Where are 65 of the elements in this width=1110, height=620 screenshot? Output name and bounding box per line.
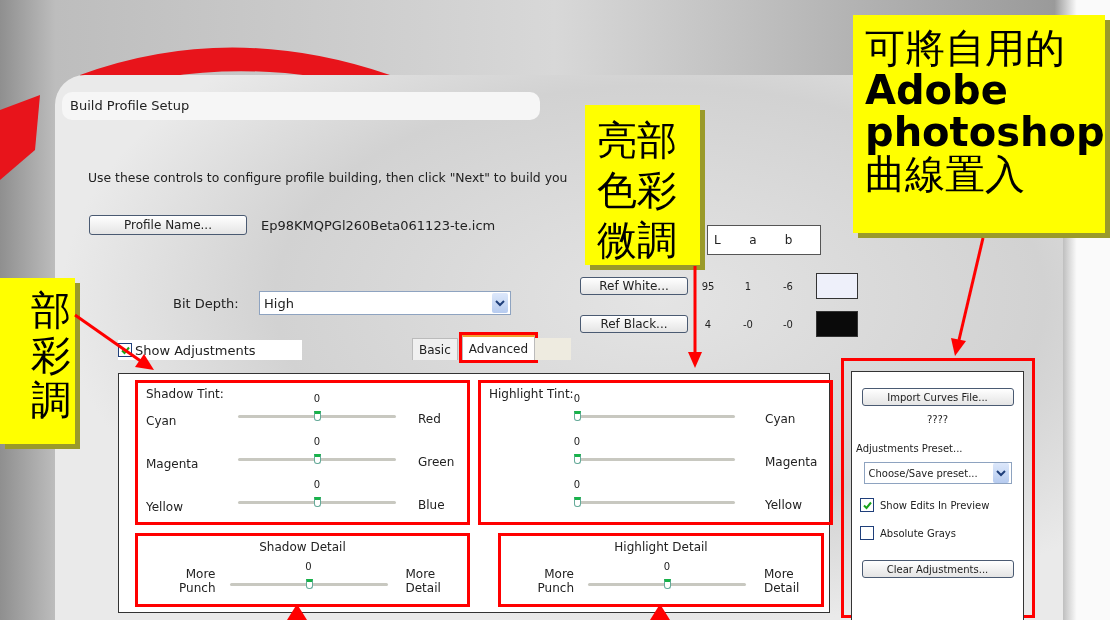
group-title: Highlight Tint: xyxy=(489,387,575,401)
clear-adjustments-button[interactable]: Clear Adjustments... xyxy=(861,560,1014,578)
profile-file-name: Ep98KMQPGl260Beta061123-te.icm xyxy=(261,217,496,233)
preset-label: Adjustments Preset... xyxy=(856,443,963,454)
slider-label: More Punch xyxy=(178,568,216,596)
reference-button[interactable]: Ref White... xyxy=(580,277,688,295)
slider-value: 0 xyxy=(305,560,312,572)
column-header: b xyxy=(784,233,794,247)
checkbox[interactable]: Absolute Grays xyxy=(860,526,956,540)
tab[interactable]: Advanced xyxy=(461,335,536,360)
tab-bar-background xyxy=(535,338,572,360)
slider-value: 0 xyxy=(663,560,671,572)
group-title: Highlight Detail xyxy=(614,540,708,554)
import-curves-button[interactable]: Import Curves File... xyxy=(861,388,1014,406)
window-title: Build Profile Setup xyxy=(62,92,540,120)
group-title: Shadow Detail xyxy=(259,540,346,554)
slider-label: Yellow xyxy=(146,500,184,516)
group-title: Shadow Tint: xyxy=(146,387,225,401)
lab-value: -6 xyxy=(782,280,794,292)
slider-value: 0 xyxy=(313,479,321,490)
slider-label: Red xyxy=(418,412,441,428)
slider-label: More Punch xyxy=(536,568,574,596)
bit-depth-dropdown[interactable]: High xyxy=(259,291,511,315)
column-header: L xyxy=(714,233,722,247)
slider-value: 0 xyxy=(573,479,581,490)
slider-label: Blue xyxy=(418,498,445,514)
slider-value: 0 xyxy=(313,436,321,447)
preset-dropdown[interactable]: Choose/Save preset... xyxy=(863,462,1012,484)
slider-label: Magenta xyxy=(765,455,818,471)
slider-label: Cyan xyxy=(765,412,796,428)
slider-thumb[interactable] xyxy=(314,497,321,507)
chevron-down-icon xyxy=(492,293,508,313)
slider-label: Magenta xyxy=(146,457,200,473)
slider-label: More Detail xyxy=(405,568,442,596)
column-header: a xyxy=(749,233,758,247)
checkbox[interactable]: Show Edits In Preview xyxy=(860,498,990,512)
instructions-text: Use these controls to configure profile building, then click "Next" to build you xyxy=(88,170,569,185)
curves-file-name: ???? xyxy=(926,414,949,425)
slider-thumb[interactable] xyxy=(574,497,581,507)
slider-thumb[interactable] xyxy=(574,454,581,464)
lab-value: 1 xyxy=(743,280,753,292)
slider-thumb[interactable] xyxy=(314,411,321,421)
slider-thumb[interactable] xyxy=(664,578,671,589)
slider-value: 0 xyxy=(573,393,581,404)
lab-value: -0 xyxy=(782,318,794,330)
slider-value: 0 xyxy=(313,393,321,404)
slider-label: Green xyxy=(418,455,455,471)
profile-name-button[interactable]: Profile Name... xyxy=(89,215,247,235)
chevron-down-icon xyxy=(992,463,1009,483)
reference-button[interactable]: Ref Black... xyxy=(580,315,688,333)
lab-value: 4 xyxy=(703,318,713,330)
lab-value: -0 xyxy=(742,318,754,330)
bit-depth-label: Bit Depth: xyxy=(173,295,240,311)
slider-label: More Detail xyxy=(764,568,801,596)
lab-value: 95 xyxy=(700,280,716,292)
slider-value: 0 xyxy=(573,436,581,447)
slider-thumb[interactable] xyxy=(314,454,321,464)
check-icon xyxy=(119,344,131,356)
slider-label: Cyan xyxy=(146,414,178,430)
slider-thumb[interactable] xyxy=(574,411,581,421)
tab[interactable]: Basic xyxy=(412,338,458,360)
show-adjustments-checkbox[interactable]: Show Adjustments xyxy=(118,340,302,360)
slider-label: Yellow xyxy=(765,498,802,514)
slider-thumb[interactable] xyxy=(305,578,313,589)
check-icon xyxy=(861,499,873,511)
